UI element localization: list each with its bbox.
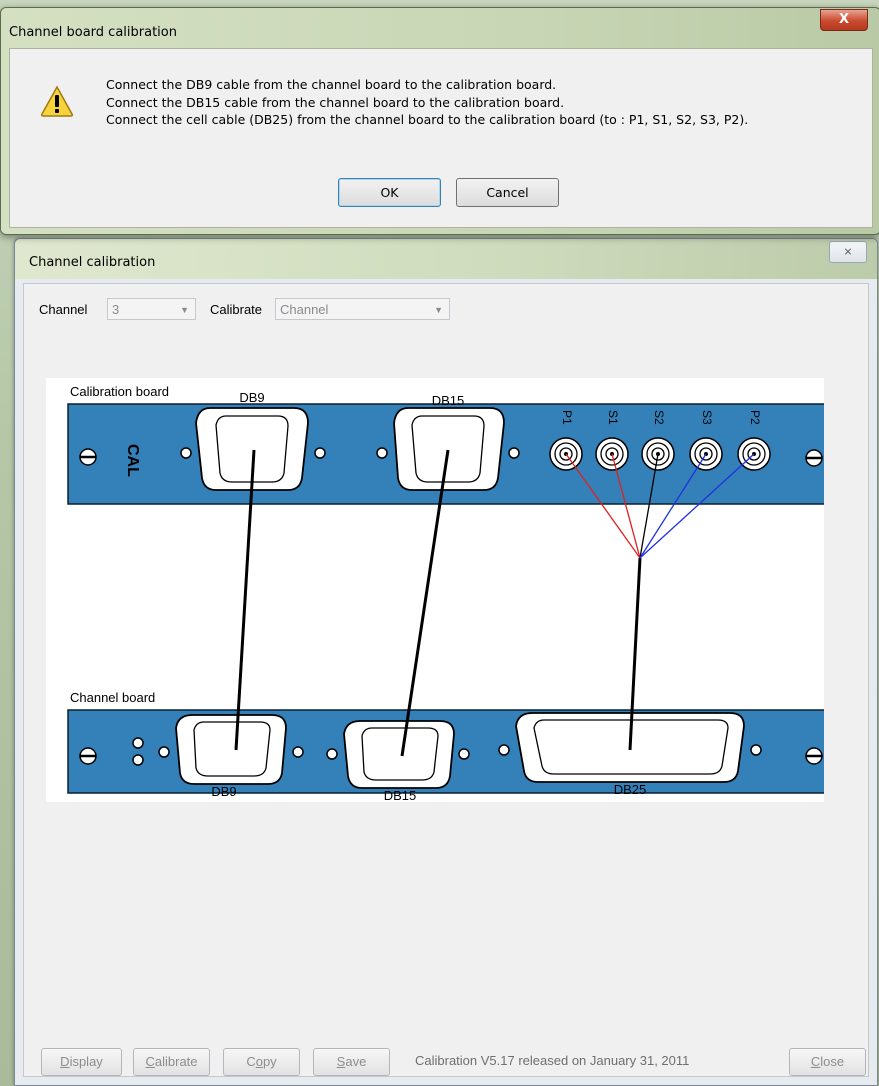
save-button[interactable]: Save bbox=[313, 1048, 390, 1076]
bnc-label-s3: S3 bbox=[700, 410, 714, 425]
window-titlebar: Channel calibration ⨯ bbox=[15, 239, 877, 279]
calibrate-label: Calibrate bbox=[210, 302, 263, 317]
channel-select[interactable]: 3 ▼ bbox=[107, 298, 196, 320]
dialog-close-button[interactable]: X bbox=[820, 9, 868, 31]
wiring-diagram: Calibration board CAL DB9 DB15 P1 S1 S2 … bbox=[46, 378, 836, 803]
screw-icon bbox=[78, 447, 98, 467]
bnc-label-s1: S1 bbox=[606, 410, 620, 425]
db9-bottom-label: DB9 bbox=[211, 784, 236, 799]
db9-top-label: DB9 bbox=[239, 390, 264, 405]
window-title: Channel calibration bbox=[29, 255, 156, 270]
dialog-title: Channel board calibration bbox=[9, 25, 177, 40]
bnc-label-p1: P1 bbox=[560, 410, 574, 425]
channel-select-value: 3 bbox=[112, 302, 120, 317]
message-line-2: Connect the DB15 cable from the channel … bbox=[106, 94, 565, 110]
channel-board-label: Channel board bbox=[70, 690, 155, 705]
display-button[interactable]: Display bbox=[41, 1048, 122, 1076]
screw-icon bbox=[804, 448, 824, 468]
calibration-board-label: Calibration board bbox=[70, 384, 169, 399]
calibrate-select[interactable]: Channel ▼ bbox=[275, 298, 450, 320]
message-line-3: Connect the cell cable (DB25) from the c… bbox=[106, 112, 749, 127]
calibrate-select-value: Channel bbox=[280, 302, 329, 317]
version-status-text: Calibration V5.17 released on January 31… bbox=[415, 1053, 690, 1068]
screw-icon bbox=[78, 746, 98, 766]
channel-board-calibration-dialog: Channel board calibration X Connect the … bbox=[0, 7, 879, 235]
copy-button[interactable]: Copy bbox=[223, 1048, 300, 1076]
warning-icon bbox=[40, 85, 74, 117]
chevron-down-icon: ▼ bbox=[434, 305, 443, 315]
bnc-label-p2: P2 bbox=[748, 410, 762, 425]
wiring-diagram-svg: Calibration board CAL DB9 DB15 P1 S1 S2 … bbox=[67, 384, 836, 803]
chevron-down-icon: ▼ bbox=[180, 305, 189, 315]
cancel-button[interactable]: Cancel bbox=[456, 178, 559, 207]
window-close-button[interactable]: ⨯ bbox=[829, 241, 867, 263]
channel-label: Channel bbox=[39, 302, 88, 317]
db15-top-label: DB15 bbox=[432, 393, 465, 408]
bnc-label-s2: S2 bbox=[652, 410, 666, 425]
dialog-body: Connect the DB9 cable from the channel b… bbox=[9, 48, 873, 228]
cal-mark: CAL bbox=[124, 444, 141, 477]
screw-icon bbox=[804, 746, 824, 766]
ok-button[interactable]: OK bbox=[338, 178, 441, 207]
db25-label: DB25 bbox=[614, 782, 647, 797]
dialog-message: Connect the DB9 cable from the channel b… bbox=[106, 76, 748, 129]
close-button[interactable]: Close bbox=[789, 1048, 866, 1076]
db15-bottom-label: DB15 bbox=[384, 788, 417, 802]
message-line-1: Connect the DB9 cable from the channel b… bbox=[106, 77, 557, 92]
calibrate-button[interactable]: Calibrate bbox=[133, 1048, 210, 1076]
